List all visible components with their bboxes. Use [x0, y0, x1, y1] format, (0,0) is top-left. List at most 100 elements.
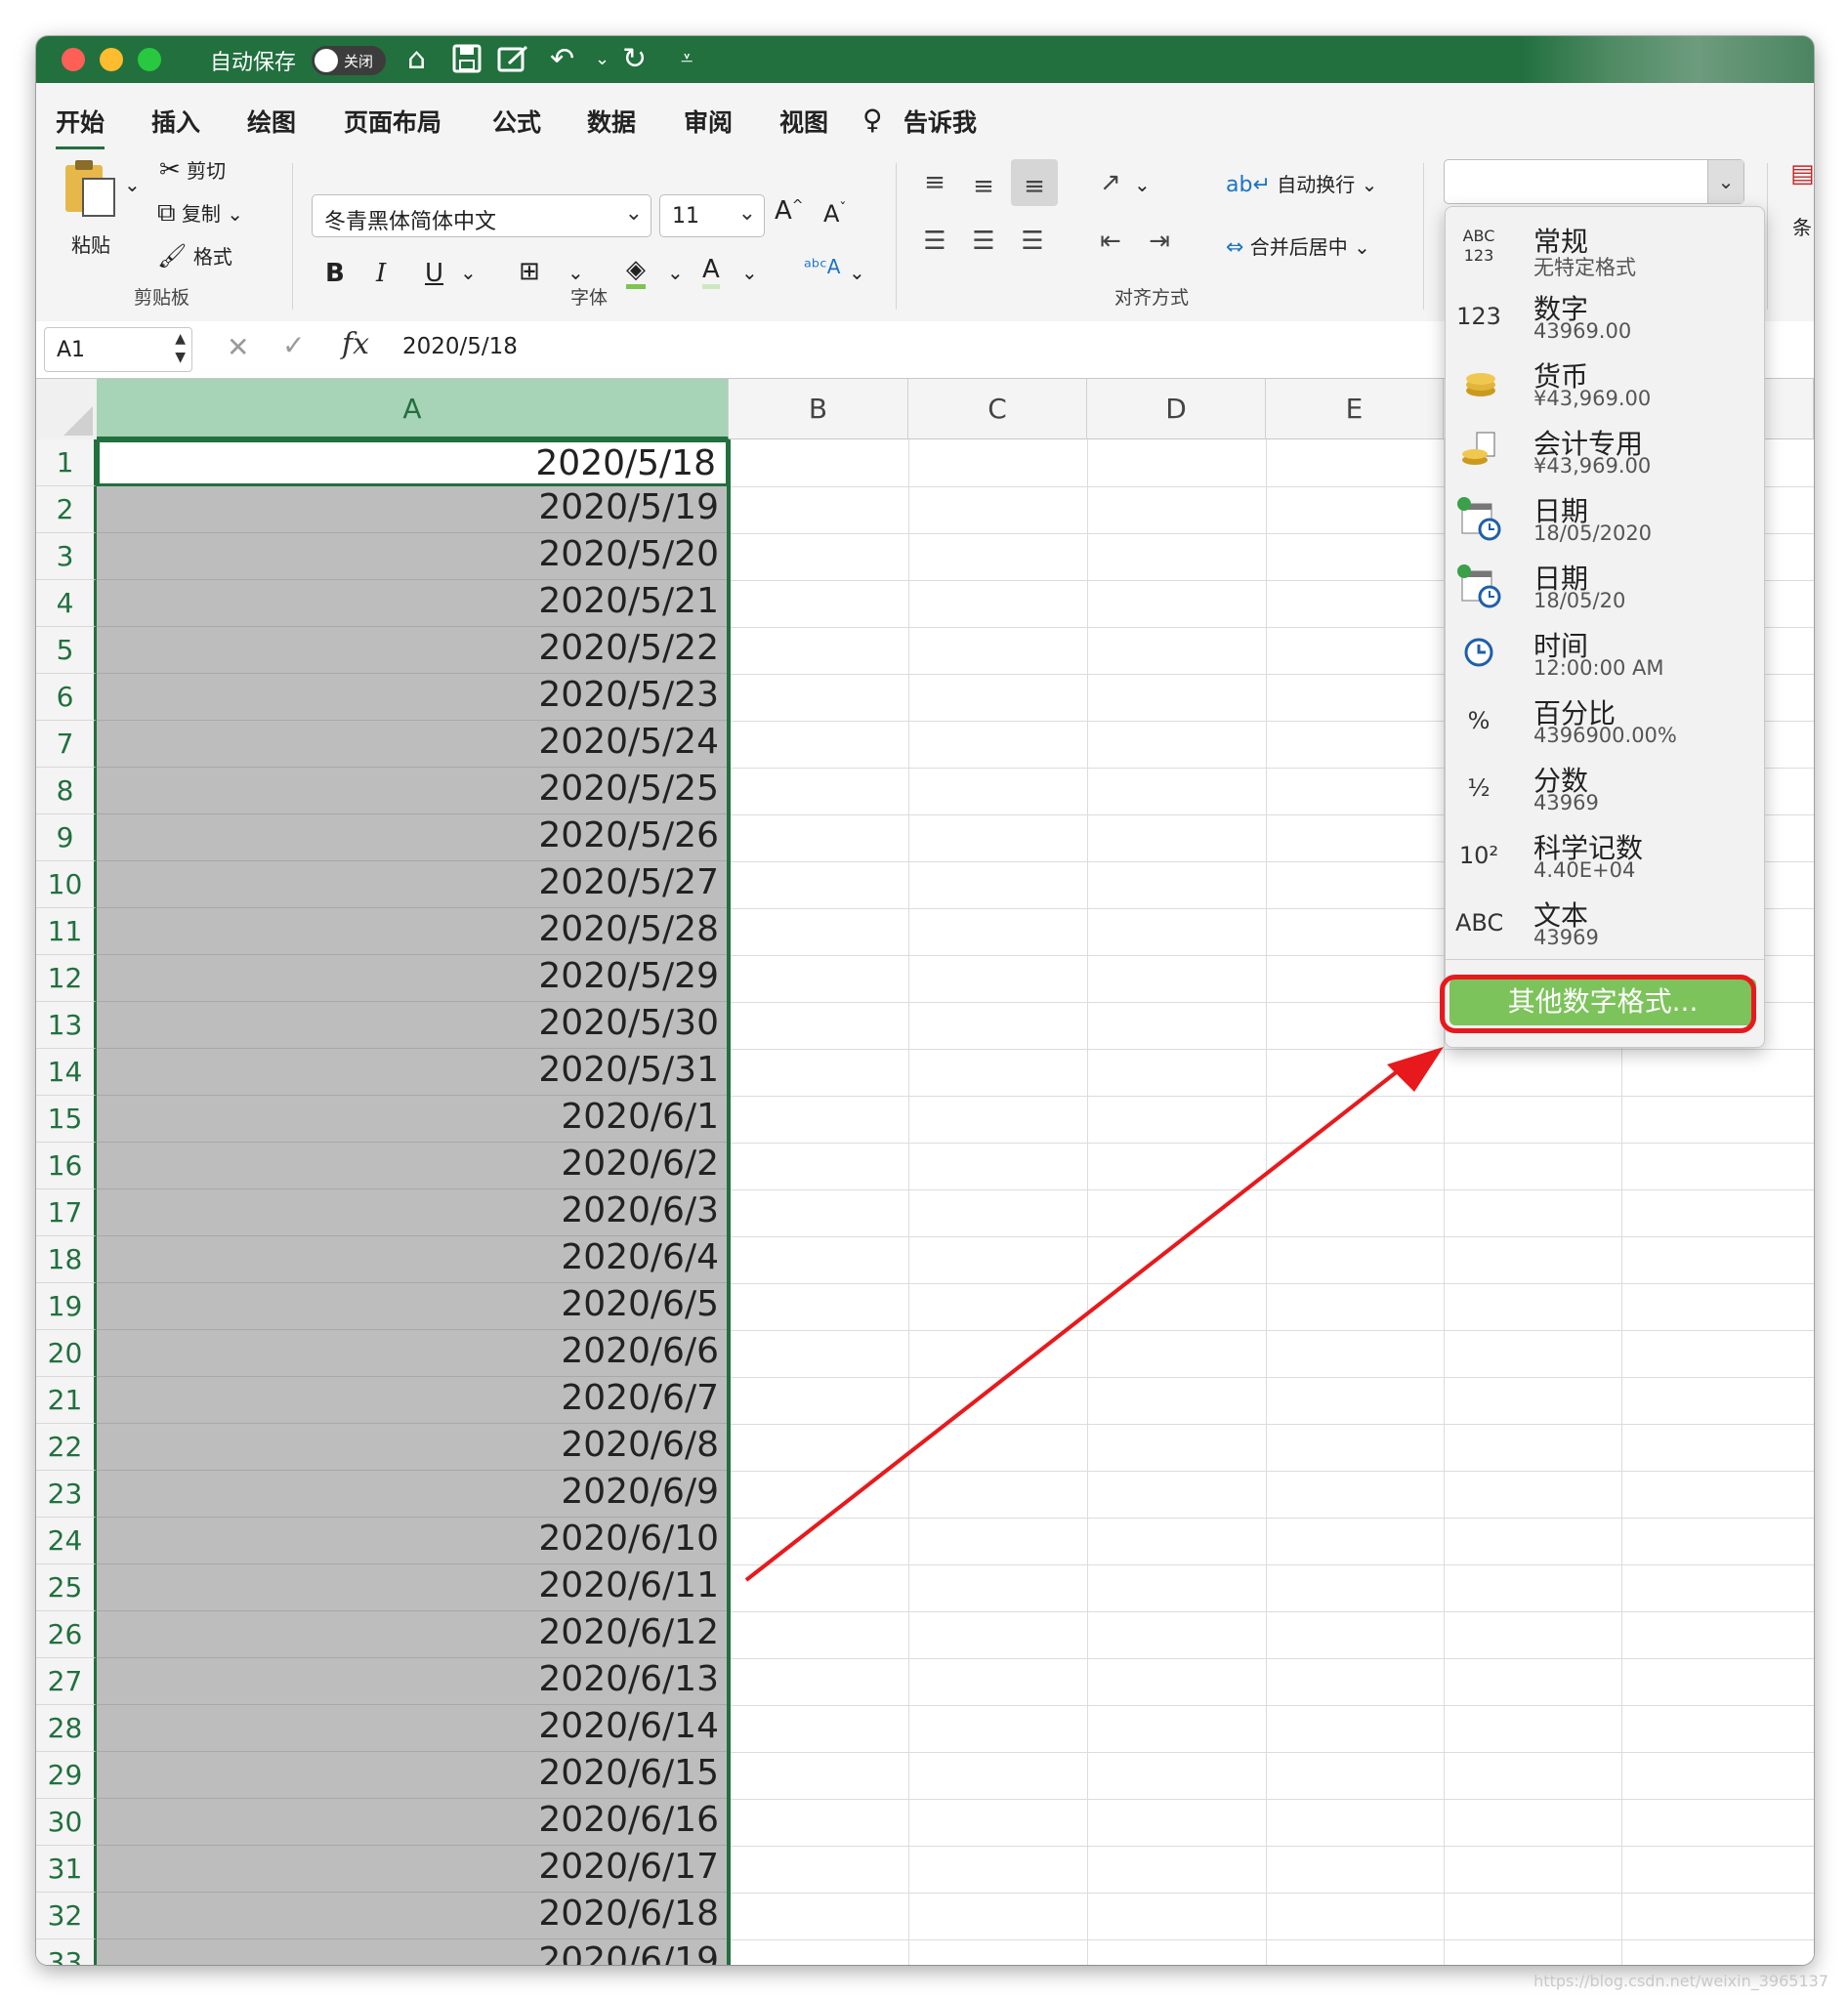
cell-a[interactable]: 2020/5/19: [97, 486, 729, 533]
cell-a[interactable]: 2020/6/16: [97, 1799, 729, 1846]
column-header-d[interactable]: D: [1087, 379, 1266, 439]
format-option-fraction[interactable]: ½ 分数 43969: [1446, 756, 1764, 820]
cell-a[interactable]: 2020/6/3: [97, 1189, 729, 1236]
decrease-font-size-icon[interactable]: Aˇ: [823, 200, 846, 228]
row-header[interactable]: 7: [36, 721, 97, 768]
enter-check-icon[interactable]: ✓: [282, 329, 305, 361]
align-middle-icon[interactable]: ≡: [964, 167, 1003, 206]
cell-a[interactable]: 2020/6/7: [97, 1377, 729, 1424]
font-size-select[interactable]: 11 ⌄: [659, 194, 765, 237]
format-option-text[interactable]: ABC 文本 43969: [1446, 891, 1764, 955]
undo-dropdown-chevron-icon[interactable]: ⌄: [595, 44, 609, 75]
row-header[interactable]: 25: [36, 1564, 97, 1611]
active-cell-a1[interactable]: 2020/5/18: [97, 439, 729, 486]
format-option-general[interactable]: ABC 123 常规 无特定格式: [1446, 217, 1764, 281]
cell-a[interactable]: 2020/5/21: [97, 580, 729, 627]
increase-font-size-icon[interactable]: A^: [775, 196, 804, 226]
tab-page-layout[interactable]: 页面布局: [344, 104, 441, 139]
cell-a[interactable]: 2020/5/22: [97, 627, 729, 674]
copy-button[interactable]: ⧉ 复制 ⌄: [157, 198, 243, 229]
fill-color-icon[interactable]: ◈: [626, 255, 646, 289]
borders-dropdown-chevron-icon[interactable]: ⌄: [567, 261, 584, 284]
decrease-indent-icon[interactable]: ⇤: [1091, 222, 1130, 261]
cell-a[interactable]: 2020/5/29: [97, 955, 729, 1002]
cell-a[interactable]: 2020/6/10: [97, 1518, 729, 1564]
cell-a[interactable]: 2020/6/13: [97, 1658, 729, 1705]
customize-icon[interactable]: ⩡: [681, 44, 693, 75]
format-option-date-calendar[interactable]: 日期 18/05/20: [1446, 554, 1764, 618]
save-icon[interactable]: [452, 44, 482, 80]
select-all-corner[interactable]: [36, 379, 98, 440]
row-header[interactable]: 2: [36, 486, 97, 533]
align-left-icon[interactable]: ☰: [915, 222, 954, 261]
row-header[interactable]: 11: [36, 908, 97, 955]
format-option-accounting[interactable]: 会计专用 ¥43,969.00: [1446, 419, 1764, 483]
conditional-format-icon[interactable]: ▤: [1790, 159, 1814, 188]
row-header[interactable]: 32: [36, 1893, 97, 1939]
wrap-text-button[interactable]: ab↵ 自动换行 ⌄: [1226, 169, 1377, 197]
font-name-select[interactable]: 冬青黑体简体中文 ⌄: [312, 194, 651, 237]
row-header[interactable]: 26: [36, 1611, 97, 1658]
merge-center-button[interactable]: ⇔ 合并后居中 ⌄: [1226, 231, 1370, 260]
paste-dropdown-chevron-icon[interactable]: ⌄: [124, 173, 141, 196]
row-header[interactable]: 13: [36, 1002, 97, 1049]
bold-button[interactable]: B: [325, 259, 345, 288]
cell-a[interactable]: 2020/5/25: [97, 768, 729, 814]
text-effects-dropdown-chevron-icon[interactable]: ⌄: [849, 261, 865, 284]
cell-a[interactable]: 2020/5/28: [97, 908, 729, 955]
tab-formulas[interactable]: 公式: [492, 104, 541, 139]
cell-a[interactable]: 2020/6/11: [97, 1564, 729, 1611]
undo-icon[interactable]: ↶: [550, 44, 574, 75]
row-header[interactable]: 12: [36, 955, 97, 1002]
name-box-stepper-icon[interactable]: ▲ ▼: [175, 330, 186, 367]
cell-a[interactable]: 2020/6/5: [97, 1283, 729, 1330]
cell-a[interactable]: 2020/6/9: [97, 1471, 729, 1518]
tab-review[interactable]: 审阅: [684, 104, 733, 139]
tab-draw[interactable]: 绘图: [247, 104, 296, 139]
format-option-currency-coins[interactable]: 货币 ¥43,969.00: [1446, 352, 1764, 416]
zoom-window-button[interactable]: [138, 48, 161, 71]
fill-color-dropdown-chevron-icon[interactable]: ⌄: [667, 261, 684, 284]
column-header-b[interactable]: B: [729, 379, 908, 439]
format-painter-button[interactable]: 🖌 格式: [157, 241, 232, 270]
copy-dropdown-chevron-icon[interactable]: ⌄: [227, 202, 243, 226]
row-header[interactable]: 16: [36, 1143, 97, 1189]
row-header[interactable]: 30: [36, 1799, 97, 1846]
edit-icon[interactable]: [497, 44, 530, 80]
underline-dropdown-chevron-icon[interactable]: ⌄: [460, 261, 477, 284]
cut-button[interactable]: ✂ 剪切: [159, 155, 226, 185]
row-header[interactable]: 28: [36, 1705, 97, 1752]
row-header[interactable]: 15: [36, 1096, 97, 1143]
row-header[interactable]: 31: [36, 1846, 97, 1893]
row-header[interactable]: 20: [36, 1330, 97, 1377]
cell-a[interactable]: 2020/6/4: [97, 1236, 729, 1283]
format-option-clock[interactable]: 时间 12:00:00 AM: [1446, 621, 1764, 686]
home-icon[interactable]: ⌂: [407, 44, 426, 75]
minimize-window-button[interactable]: [100, 48, 123, 71]
tab-data[interactable]: 数据: [587, 104, 636, 139]
number-format-select[interactable]: ⌄: [1444, 159, 1744, 204]
cell-a[interactable]: 2020/5/27: [97, 861, 729, 908]
format-option-percent[interactable]: % 百分比 4396900.00%: [1446, 688, 1764, 753]
align-top-icon[interactable]: ≡: [915, 163, 954, 202]
align-right-icon[interactable]: ☰: [1013, 222, 1052, 261]
tab-view[interactable]: 视图: [779, 104, 828, 139]
increase-indent-icon[interactable]: ⇥: [1140, 222, 1179, 261]
row-header[interactable]: 4: [36, 580, 97, 627]
chevron-down-icon[interactable]: ⌄: [1707, 160, 1743, 203]
text-effects-icon[interactable]: ᵃᵇᶜA: [804, 255, 840, 278]
italic-button[interactable]: I: [376, 259, 386, 288]
cell-a[interactable]: 2020/6/2: [97, 1143, 729, 1189]
function-icon[interactable]: fx: [342, 327, 369, 361]
autosave-toggle[interactable]: 关闭: [312, 46, 386, 75]
column-header-a[interactable]: A: [97, 379, 729, 439]
cancel-icon[interactable]: ✕: [227, 331, 249, 363]
format-option-number[interactable]: 123 数字 43969.00: [1446, 284, 1764, 349]
formula-input[interactable]: 2020/5/18: [402, 334, 518, 359]
cell-a[interactable]: 2020/5/30: [97, 1002, 729, 1049]
row-header[interactable]: 5: [36, 627, 97, 674]
row-header[interactable]: 8: [36, 768, 97, 814]
row-header[interactable]: 21: [36, 1377, 97, 1424]
row-header[interactable]: 1: [36, 439, 97, 486]
cell-a[interactable]: 2020/5/20: [97, 533, 729, 580]
